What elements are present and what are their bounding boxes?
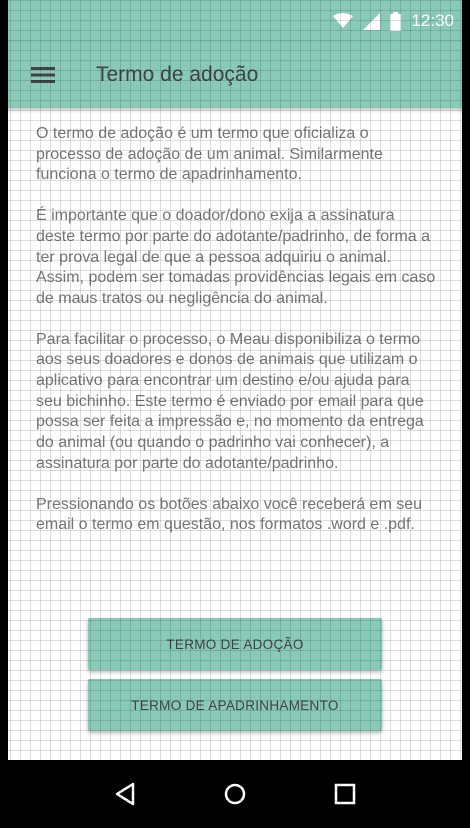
termo-adocao-button[interactable]: TERMO DE ADOÇÃO [88,618,382,670]
signal-icon [363,12,381,30]
wifi-icon [333,13,354,29]
home-icon[interactable] [215,774,255,814]
page-title: Termo de adoção [96,63,259,86]
navigation-bar [0,760,470,828]
status-bar: 12:30 [0,0,470,42]
terms-description: O termo de adoção é um termo que oficial… [36,124,436,556]
recents-icon[interactable] [325,774,365,814]
paragraph-process: Para facilitar o processo, o Meau dispon… [36,330,424,472]
battery-icon [390,11,402,31]
hamburger-menu-icon[interactable] [22,54,64,96]
paragraph-intro: O termo de adoção é um termo que oficial… [36,125,383,184]
termo-apadrinhamento-button[interactable]: TERMO DE APADRINHAMENTO [88,679,382,731]
app-bar: Termo de adoção [0,42,470,108]
paragraph-instructions: Pressionando os botões abaixo você receb… [36,495,423,534]
paragraph-importance: É importante que o doador/dono exija a a… [36,207,436,307]
status-time: 12:30 [411,11,454,30]
back-icon[interactable] [105,774,145,814]
device-frame-left [0,0,8,760]
device-frame-right [462,0,470,760]
